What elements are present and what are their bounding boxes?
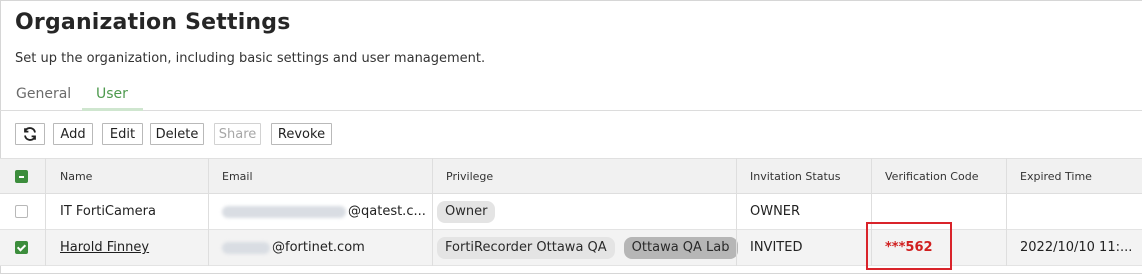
column-header-expired-time[interactable]: Expired Time — [1020, 159, 1092, 194]
table-header: Name Email Privilege Invitation Status V… — [0, 158, 1142, 194]
refresh-button[interactable] — [15, 123, 45, 145]
user-name: Harold Finney — [60, 230, 149, 265]
row-select-cell[interactable] — [15, 194, 28, 229]
email-suffix: @fortinet.com — [272, 240, 365, 255]
privilege-tag: FortiRecorder Ottawa QA — [437, 236, 615, 259]
column-header-email[interactable]: Email — [222, 159, 253, 194]
refresh-icon — [24, 127, 36, 141]
column-divider — [736, 158, 737, 266]
user-email: @qatest.c... — [222, 194, 426, 229]
tab-user[interactable]: User — [96, 86, 128, 102]
column-divider — [45, 158, 46, 266]
delete-button[interactable]: Delete — [150, 123, 204, 145]
expired-time: 2022/10/10 11:... — [1020, 240, 1133, 255]
edit-button[interactable]: Edit — [102, 123, 143, 145]
verification-code-highlight — [866, 222, 952, 270]
row-checkbox[interactable] — [15, 205, 28, 218]
invitation-status: OWNER — [750, 204, 801, 219]
active-tab-indicator — [82, 108, 143, 111]
email-suffix: @qatest.c... — [348, 204, 426, 219]
privilege-tags: FortiRecorder Ottawa QA Ottawa QA Lab — [437, 230, 747, 265]
tab-bar: General User — [0, 80, 1142, 111]
column-header-verification-code[interactable]: Verification Code — [885, 159, 978, 194]
privilege-tag: Ottawa QA Lab — [623, 236, 738, 259]
row-select-cell[interactable] — [15, 230, 28, 265]
row-checkbox[interactable] — [15, 241, 28, 254]
user-name-link[interactable]: Harold Finney — [60, 240, 149, 255]
tab-general[interactable]: General — [16, 86, 71, 102]
user-name: IT FortiCamera — [60, 204, 156, 219]
redacted-email-prefix — [222, 241, 270, 254]
table-row[interactable]: Harold Finney @fortinet.com FortiRecorde… — [0, 230, 1142, 266]
privilege-tag: Owner — [437, 200, 496, 223]
table-row[interactable]: IT FortiCamera @qatest.c... Owner OWNER — [0, 194, 1142, 230]
page-title: Organization Settings — [15, 10, 291, 35]
column-header-invitation-status[interactable]: Invitation Status — [750, 159, 840, 194]
add-button[interactable]: Add — [53, 123, 93, 145]
revoke-button[interactable]: Revoke — [271, 123, 332, 145]
share-button[interactable]: Share — [214, 123, 261, 145]
redacted-email-prefix — [222, 205, 346, 218]
page-subtitle: Set up the organization, including basic… — [15, 51, 486, 66]
column-header-name[interactable]: Name — [60, 159, 92, 194]
column-header-privilege[interactable]: Privilege — [446, 159, 493, 194]
user-email: @fortinet.com — [222, 230, 365, 265]
column-divider — [208, 158, 209, 266]
select-all-cell[interactable] — [15, 159, 28, 194]
column-divider — [1006, 158, 1007, 266]
column-divider — [432, 158, 433, 266]
privilege-tags: Owner — [437, 194, 504, 229]
select-all-checkbox[interactable] — [15, 170, 28, 183]
invitation-status: INVITED — [750, 240, 803, 255]
